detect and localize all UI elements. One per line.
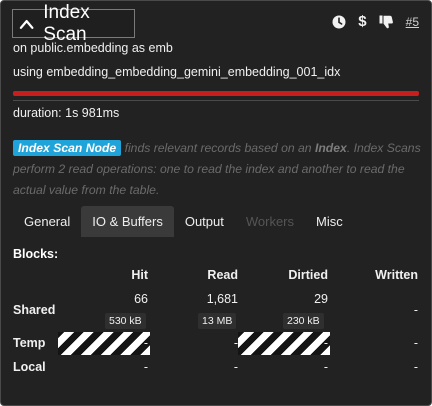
collapse-node-button[interactable]: Index Scan: [12, 2, 135, 45]
chevron-up-icon: [19, 19, 34, 29]
node-title: Index Scan: [43, 1, 90, 45]
tab-misc[interactable]: Misc: [305, 206, 354, 237]
index-info: using embedding_embedding_gemini_embeddi…: [13, 65, 341, 79]
duration-text: duration: 1s 981ms: [13, 106, 120, 120]
local-written: -: [413, 360, 418, 374]
header-icons: $ #5: [332, 13, 419, 30]
shared-read: 1,681: [206, 292, 238, 306]
tab-io-buffers[interactable]: IO & Buffers: [81, 206, 174, 237]
col-header-written: Written: [375, 268, 418, 282]
temp-written: -: [413, 336, 418, 350]
temp-hit: -: [143, 336, 148, 350]
node-description: Index Scan Node finds relevant records b…: [13, 138, 423, 201]
tab-workers: Workers: [245, 214, 295, 229]
shared-read-size: 13 MB: [198, 313, 237, 329]
temp-hit-bar: [58, 332, 150, 355]
divider: [13, 100, 419, 101]
row-label-shared: Shared: [13, 303, 56, 317]
index-scan-panel: Index Scan $ #5 on public.embedding as e…: [0, 0, 432, 406]
node-number-link[interactable]: #5: [406, 15, 419, 29]
tab-bar: General IO & Buffers Output Workers Misc: [13, 206, 354, 237]
dollar-icon[interactable]: $: [358, 13, 366, 30]
shared-dirtied: 29: [314, 292, 328, 306]
tab-output[interactable]: Output: [174, 206, 235, 237]
local-read: -: [233, 360, 238, 374]
node-type-badge: Index Scan Node: [13, 140, 122, 156]
tab-general[interactable]: General: [13, 206, 81, 237]
col-header-hit: Hit: [131, 268, 148, 282]
clock-icon[interactable]: [332, 15, 346, 29]
blocks-heading: Blocks:: [13, 247, 59, 261]
relation-info: on public.embedding as emb: [13, 41, 173, 55]
col-header-dirtied: Dirtied: [288, 268, 328, 282]
col-header-read: Read: [207, 268, 238, 282]
description-text-1: finds relevant records based on an: [121, 141, 315, 155]
shared-hit-size: 530 kB: [105, 313, 146, 329]
shared-written: -: [413, 303, 418, 317]
shared-dirtied-size: 230 kB: [283, 313, 324, 329]
row-label-temp: Temp: [13, 336, 46, 350]
temp-dirtied: -: [323, 336, 328, 350]
temp-dirtied-bar: [238, 332, 330, 355]
row-label-local: Local: [13, 360, 46, 374]
shared-hit: 66: [134, 292, 148, 306]
local-dirtied: -: [323, 360, 328, 374]
local-hit: -: [143, 360, 148, 374]
description-bold: Index: [314, 141, 347, 155]
thumbs-down-icon[interactable]: [379, 15, 394, 29]
duration-bar: [13, 91, 419, 96]
